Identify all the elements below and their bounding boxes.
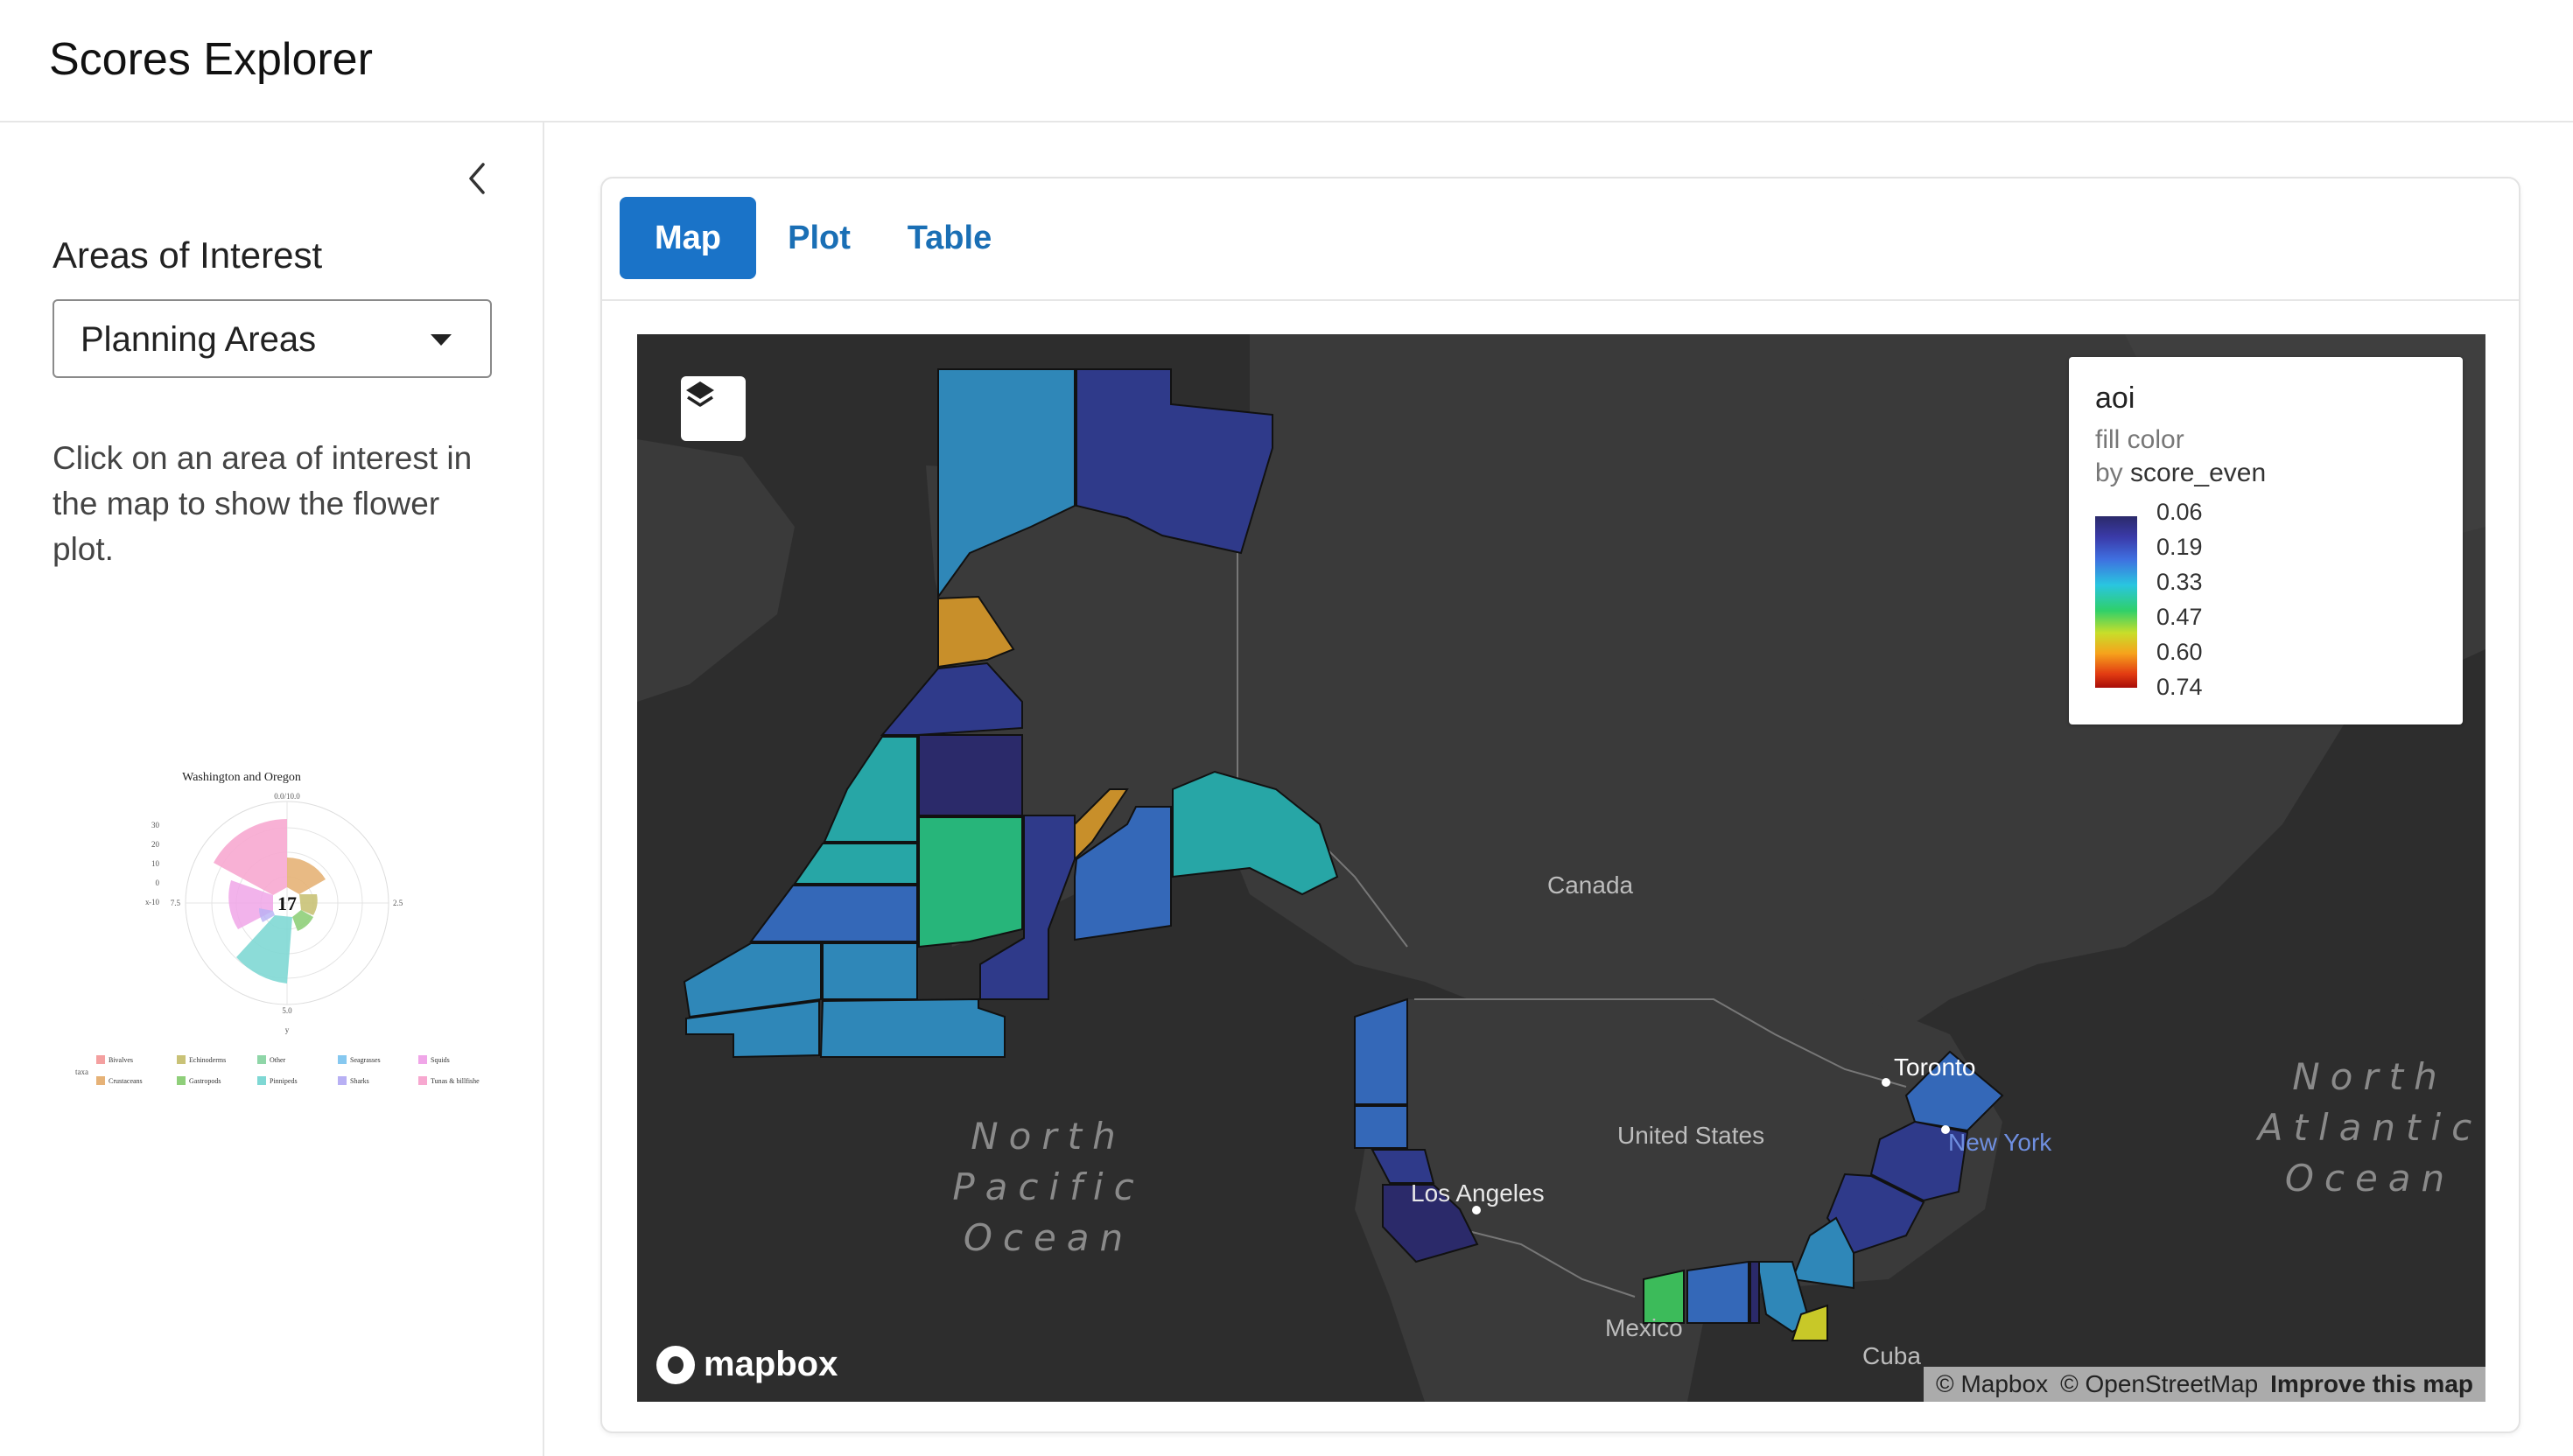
legend-by: by score_even bbox=[2095, 458, 2266, 488]
app-title: Scores Explorer bbox=[49, 34, 373, 85]
sidebar: Areas of Interest Planning Areas Click o… bbox=[0, 122, 544, 1456]
legend-subtitle: fill color bbox=[2095, 425, 2184, 454]
legend-item: Seagrasses bbox=[350, 1056, 381, 1064]
main-card: Map Plot Table Canada United States Mexi… bbox=[600, 177, 2520, 1433]
radial-tick: 30 bbox=[151, 821, 160, 830]
legend-item: Pinnipeds bbox=[270, 1077, 298, 1085]
legend-swatch bbox=[257, 1055, 266, 1064]
legend-item: Other bbox=[270, 1056, 286, 1064]
legend-item: Echinoderms bbox=[189, 1056, 226, 1064]
tab-table[interactable]: Table bbox=[884, 197, 1015, 279]
label-los-angeles: Los Angeles bbox=[1411, 1180, 1545, 1207]
angle-tick: 2.5 bbox=[393, 899, 403, 907]
aoi-washington-oregon[interactable] bbox=[1354, 998, 1408, 1105]
petal-bivalves bbox=[287, 858, 326, 894]
label-cuba: Cuba bbox=[1862, 1342, 1921, 1369]
layers-icon bbox=[686, 382, 714, 407]
radial-tick: 10 bbox=[151, 859, 160, 868]
map-view[interactable]: Canada United States Mexico Toronto New … bbox=[637, 334, 2485, 1402]
legend-swatch bbox=[338, 1055, 347, 1064]
label-north-atlantic-ocean: North Atlantic Ocean bbox=[2257, 1055, 2483, 1200]
attribution-osm[interactable]: © OpenStreetMap bbox=[2060, 1370, 2258, 1398]
label-north-pacific-ocean: North Pacific Ocean bbox=[952, 1115, 1145, 1259]
mapbox-logo-icon bbox=[656, 1345, 695, 1384]
flower-plot-title: Washington and Oregon bbox=[182, 771, 301, 784]
aoi-shumagin[interactable] bbox=[819, 998, 1006, 1058]
legend-item: Bivalves bbox=[109, 1056, 133, 1064]
legend-tick: 0.60 bbox=[2156, 639, 2203, 665]
tab-map[interactable]: Map bbox=[620, 197, 756, 279]
legend-by-field: score_even bbox=[2130, 458, 2267, 487]
city-dot-toronto bbox=[1882, 1078, 1890, 1087]
aoi-central-gulf[interactable] bbox=[1686, 1260, 1749, 1324]
aoi-navarin[interactable] bbox=[823, 736, 918, 843]
aoi-label: Areas of Interest bbox=[53, 234, 323, 276]
aoi-gulf-dark[interactable] bbox=[1749, 1261, 1760, 1324]
legend-title: aoi bbox=[2095, 382, 2135, 415]
sidebar-collapse-button[interactable] bbox=[457, 158, 499, 200]
angle-tick: 0.0/10.0 bbox=[274, 792, 300, 801]
label-mexico: Mexico bbox=[1605, 1314, 1683, 1341]
radial-tick: 20 bbox=[151, 840, 160, 849]
legend-tick: 0.33 bbox=[2156, 569, 2203, 595]
city-dot-new-york bbox=[1941, 1125, 1950, 1134]
legend-swatch bbox=[418, 1076, 427, 1085]
mapbox-logo-text: mapbox bbox=[704, 1345, 838, 1383]
legend-swatch bbox=[418, 1055, 427, 1064]
angle-tick: 5.0 bbox=[282, 1006, 292, 1015]
tab-bar: Map Plot Table bbox=[602, 178, 2519, 301]
legend-swatch bbox=[338, 1076, 347, 1085]
legend-swatch bbox=[177, 1055, 186, 1064]
legend-tick: 0.06 bbox=[2156, 499, 2203, 525]
x-axis-label: x bbox=[145, 898, 150, 906]
aoi-north-aleutian[interactable] bbox=[918, 816, 1023, 948]
legend-item: Crustaceans bbox=[109, 1077, 143, 1085]
legend-color-ramp bbox=[2095, 516, 2137, 688]
angle-tick: 7.5 bbox=[171, 899, 181, 907]
legend-swatch bbox=[96, 1076, 105, 1085]
label-toronto: Toronto bbox=[1894, 1054, 1976, 1081]
legend-item: Sharks bbox=[350, 1077, 369, 1085]
legend-tick: 0.47 bbox=[2156, 604, 2203, 630]
city-dot-los-angeles bbox=[1472, 1206, 1481, 1214]
aoi-select-value: Planning Areas bbox=[81, 320, 317, 359]
legend-title: taxa bbox=[75, 1068, 88, 1076]
attribution-mapbox[interactable]: © Mapbox bbox=[1936, 1370, 2048, 1398]
legend-swatch bbox=[96, 1055, 105, 1064]
chevron-left-icon bbox=[469, 163, 485, 194]
app-header: Scores Explorer bbox=[0, 0, 2573, 122]
chevron-down-icon bbox=[431, 334, 452, 346]
aoi-select[interactable]: Planning Areas bbox=[53, 299, 492, 378]
radial-tick: -10 bbox=[149, 898, 159, 906]
attribution-improve-map[interactable]: Improve this map bbox=[2270, 1370, 2473, 1398]
aoi-bowers[interactable] bbox=[749, 885, 918, 942]
label-united-states: United States bbox=[1617, 1122, 1765, 1149]
layers-button[interactable] bbox=[681, 376, 746, 441]
y-axis-label: y bbox=[285, 1026, 290, 1034]
map-attribution: © Mapbox © OpenStreetMap Improve this ma… bbox=[1924, 1367, 2485, 1402]
map-legend: aoi fill color by score_even 0.06 0.19 0… bbox=[2069, 357, 2463, 724]
flower-plot[interactable]: Washington and Oregon 17 0.0/10.0 2.5 5.… bbox=[72, 639, 509, 1094]
help-text: Click on an area of interest in the map … bbox=[53, 440, 473, 567]
legend-tick: 0.74 bbox=[2156, 674, 2203, 700]
aoi-northern-california[interactable] bbox=[1354, 1105, 1408, 1149]
tab-plot[interactable]: Plot bbox=[767, 197, 872, 279]
radial-tick: 0 bbox=[156, 878, 160, 887]
label-new-york: New York bbox=[1948, 1129, 2052, 1156]
legend-swatch bbox=[177, 1076, 186, 1085]
aoi-aleutian-arc[interactable] bbox=[822, 942, 918, 1000]
legend-item: Squids bbox=[431, 1056, 450, 1064]
aoi-st-george[interactable] bbox=[793, 843, 918, 885]
legend-by-prefix: by bbox=[2095, 458, 2131, 487]
label-canada: Canada bbox=[1547, 872, 1634, 899]
petal-tunas bbox=[214, 819, 287, 895]
legend-swatch bbox=[257, 1076, 266, 1085]
legend-item: Tunas & billfishe bbox=[431, 1077, 480, 1085]
legend-item: Gastropods bbox=[189, 1077, 221, 1085]
land-russia bbox=[637, 439, 795, 702]
legend-tick: 0.19 bbox=[2156, 534, 2203, 560]
aoi-st-matthew[interactable] bbox=[918, 734, 1023, 816]
flower-center-score: 17 bbox=[277, 892, 297, 914]
mapbox-logo[interactable]: mapbox bbox=[656, 1345, 838, 1384]
